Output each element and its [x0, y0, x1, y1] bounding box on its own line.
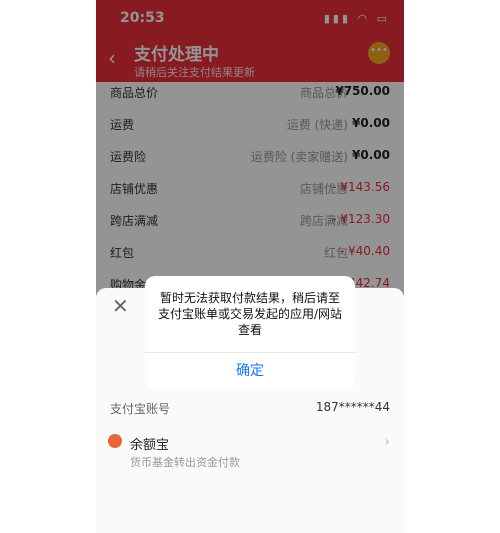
confirm-button[interactable]: 确定	[145, 353, 355, 390]
close-icon[interactable]: ✕	[112, 294, 129, 318]
account-label: 支付宝账号	[110, 402, 171, 416]
yuebao-desc: 货币基金转出资金付款	[130, 456, 240, 469]
alert-dialog: 暂时无法获取付款结果，稍后请至支付宝账单或交易发起的应用/网站查看 确定	[145, 276, 355, 390]
phone-screen: 20:53 ▮▮▮ ◠ ▭ ‹ 支付处理中 请稍后关注支付结果更新 ••• 商品…	[96, 0, 404, 533]
dialog-message: 暂时无法获取付款结果，稍后请至支付宝账单或交易发起的应用/网站查看	[157, 291, 343, 337]
account-value: 187******44	[315, 400, 390, 414]
yuebao-name[interactable]: 余额宝	[130, 434, 169, 453]
chevron-right-icon[interactable]: ›	[384, 434, 390, 450]
yuebao-icon	[108, 434, 122, 448]
